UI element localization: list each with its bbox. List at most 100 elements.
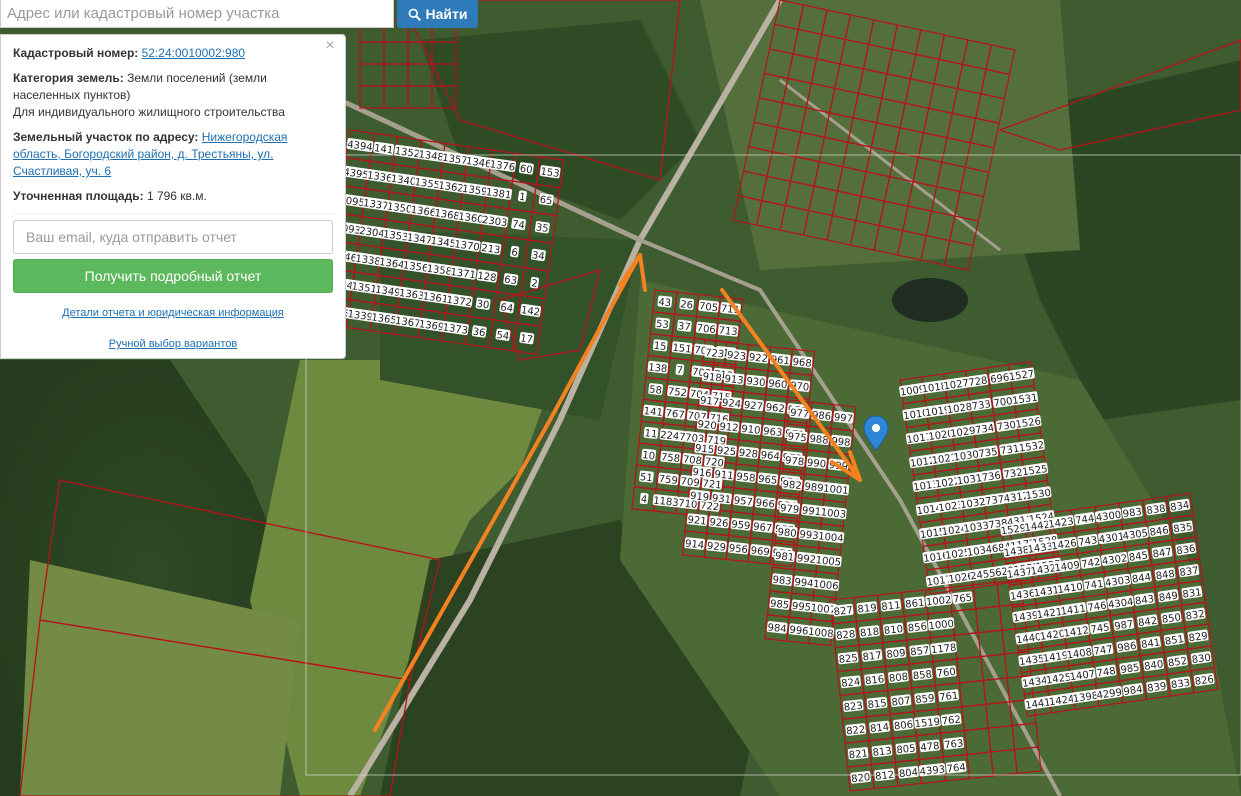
parcel-label: 828 bbox=[836, 629, 856, 642]
parcel-label: 818 bbox=[860, 627, 880, 640]
area-value: 1 796 кв.м. bbox=[146, 189, 207, 203]
parcel-label: 26 bbox=[680, 299, 694, 311]
parcel-label: 966 bbox=[755, 498, 775, 511]
search-bar: Найти bbox=[0, 0, 478, 28]
parcel-label: 763 bbox=[944, 738, 964, 751]
search-button[interactable]: Найти bbox=[397, 0, 478, 28]
search-button-label: Найти bbox=[425, 6, 468, 22]
parcel-label: 767 bbox=[665, 408, 685, 421]
parcel-label: 919 bbox=[689, 491, 709, 504]
parcel-label: 764 bbox=[946, 762, 966, 775]
parcel-label: 814 bbox=[870, 722, 890, 735]
parcel-label: 927 bbox=[743, 400, 763, 413]
parcel-label: 808 bbox=[888, 672, 908, 685]
parcel-label: 824 bbox=[841, 677, 861, 690]
parcel-label: 957 bbox=[733, 495, 753, 508]
search-input[interactable] bbox=[0, 0, 394, 28]
parcel-label: 806 bbox=[894, 720, 914, 733]
parcel-label: 921 bbox=[687, 515, 707, 528]
parcel-label: 810 bbox=[883, 624, 903, 637]
parcel-label: 918 bbox=[702, 371, 722, 384]
parcel-label: 53 bbox=[655, 319, 669, 331]
details-link[interactable]: Детали отчета и юридическая информация bbox=[62, 307, 284, 319]
parcel-label: 968 bbox=[792, 357, 812, 370]
parcel-label: 992 bbox=[796, 553, 816, 566]
details-link-row: Детали отчета и юридическая информация bbox=[13, 305, 333, 322]
manual-select-link[interactable]: Ручной выбор вариантов bbox=[109, 338, 237, 350]
cadastral-label: Кадастровый номер: bbox=[13, 46, 139, 60]
parcel-label: 723 bbox=[705, 348, 725, 361]
parcel-label: 916 bbox=[692, 467, 712, 480]
parcel-info-card: × Кадастровый номер: 52:24:0010002:980 К… bbox=[0, 34, 346, 359]
area-label: Уточненная площадь: bbox=[13, 189, 144, 203]
parcel-label: 760 bbox=[936, 667, 956, 680]
parcel-label: 811 bbox=[881, 600, 901, 613]
parcel-label: 925 bbox=[716, 445, 736, 458]
parcel-label: 980 bbox=[777, 527, 797, 540]
parcel-label: 34 bbox=[531, 250, 545, 263]
parcel-label: 30 bbox=[476, 299, 490, 312]
parcel-label: 995 bbox=[791, 601, 811, 614]
parcel-label: 981 bbox=[774, 551, 794, 564]
parcel-label: 910 bbox=[741, 424, 761, 437]
parcel-label: 54 bbox=[496, 330, 510, 343]
parcel-label: 963 bbox=[763, 426, 783, 439]
parcel-label: 859 bbox=[915, 693, 935, 706]
parcel-label: 985 bbox=[769, 599, 789, 612]
parcel-label: 64 bbox=[500, 302, 514, 315]
parcel-label: 930 bbox=[746, 376, 766, 389]
parcel-label: 960 bbox=[768, 378, 788, 391]
parcel-label: 926 bbox=[709, 517, 729, 530]
parcel-label: 761 bbox=[939, 691, 959, 704]
parcel-label: 823 bbox=[843, 701, 863, 714]
parcel-label: 713 bbox=[718, 325, 738, 338]
parcel-label: 915 bbox=[694, 443, 714, 456]
parcel-label: 765 bbox=[953, 593, 973, 606]
parcel-label: 138 bbox=[648, 362, 668, 375]
area-row: Уточненная площадь: 1 796 кв.м. bbox=[13, 188, 333, 205]
pond bbox=[892, 278, 968, 322]
parcel-label: 478 bbox=[920, 741, 940, 754]
parcel-label: 913 bbox=[724, 374, 744, 387]
parcel-label: 922 bbox=[748, 352, 768, 365]
parcel-label: 917 bbox=[699, 395, 719, 408]
get-report-button[interactable]: Получить подробный отчет bbox=[13, 259, 333, 293]
parcel-label: 975 bbox=[787, 431, 807, 444]
parcel-label: 817 bbox=[862, 650, 882, 663]
email-input[interactable] bbox=[13, 220, 333, 254]
parcel-label: 912 bbox=[719, 422, 739, 435]
parcel-label: 51 bbox=[639, 472, 653, 484]
parcel-label: 827 bbox=[833, 605, 853, 618]
parcel-label: 4 bbox=[640, 494, 647, 506]
parcel-label: 821 bbox=[848, 748, 868, 761]
parcel-label: 816 bbox=[865, 674, 885, 687]
parcel-label: 7 bbox=[676, 365, 683, 377]
parcel-label: 969 bbox=[750, 545, 770, 558]
parcel-label: 929 bbox=[706, 541, 726, 554]
parcel-label: 759 bbox=[658, 474, 678, 487]
parcel-label: 958 bbox=[736, 472, 756, 485]
address-label: Земельный участок по адресу: bbox=[13, 130, 199, 144]
parcel-label: 809 bbox=[886, 648, 906, 661]
parcel-label: 805 bbox=[896, 743, 916, 756]
category-label: Категория земель: bbox=[13, 71, 124, 85]
parcel-label: 812 bbox=[875, 770, 895, 783]
parcel-label: 813 bbox=[872, 746, 892, 759]
parcel-label: 151 bbox=[672, 343, 692, 356]
parcel-label: 762 bbox=[941, 715, 961, 728]
parcel-label: 990 bbox=[806, 458, 826, 471]
close-icon[interactable]: × bbox=[323, 38, 337, 54]
parcel-label: 982 bbox=[782, 479, 802, 492]
parcel-label: 857 bbox=[910, 645, 930, 658]
parcel-label: 15 bbox=[653, 341, 667, 353]
parcel-label: 807 bbox=[891, 696, 911, 709]
parcel-label: 962 bbox=[765, 402, 785, 415]
parcel-label: 923 bbox=[726, 350, 746, 363]
parcel-label: 989 bbox=[804, 482, 824, 495]
parcel-label: 43 bbox=[658, 297, 672, 309]
parcel-label: 924 bbox=[721, 398, 741, 411]
parcel-label: 978 bbox=[784, 455, 804, 468]
cadastral-link[interactable]: 52:24:0010002:980 bbox=[142, 46, 245, 60]
parcel-label: 820 bbox=[851, 772, 871, 785]
parcel-label: 994 bbox=[794, 577, 814, 590]
